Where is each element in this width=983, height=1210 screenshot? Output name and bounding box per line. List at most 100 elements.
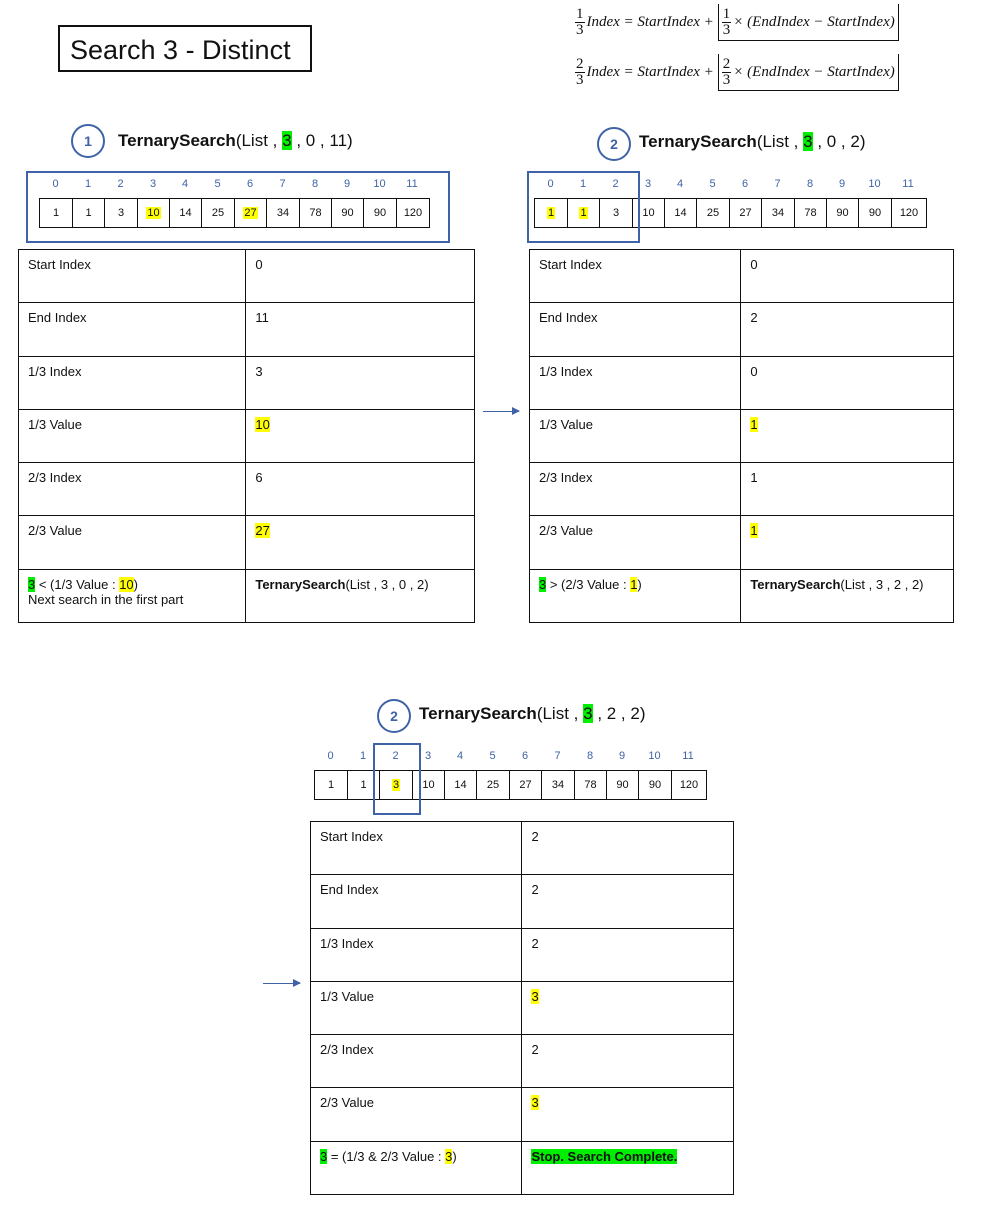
cell-value: 34 — [551, 779, 565, 791]
cell-value: 90 — [616, 779, 629, 791]
index-label: 8 — [586, 750, 594, 762]
table-row: Start Index 2 — [309, 820, 734, 876]
table-row: 2/3 Index 6 — [17, 462, 475, 517]
list-cell: 14 — [445, 771, 477, 799]
table-row: 1/3 Index 3 — [17, 355, 475, 410]
index-label: 11 — [902, 178, 914, 190]
table-row: 2/3 Value 1 — [528, 515, 954, 570]
list-cell: 25 — [697, 199, 730, 227]
table-row: 1/3 Value 10 — [17, 408, 475, 464]
row-value: 10 — [245, 408, 475, 464]
row-label: End Index — [17, 302, 247, 357]
row-label: End Index — [528, 302, 742, 357]
result-row: 3 < (1/3 Value : 10) Next search in the f… — [17, 568, 475, 624]
table-row: End Index 2 — [528, 302, 954, 357]
table-row: 2/3 Value 27 — [17, 515, 475, 570]
index-label: 7 — [554, 750, 561, 762]
row-label: 1/3 Index — [17, 355, 247, 410]
cell-value: 120 — [679, 779, 699, 791]
comparison-cell: 3 > (2/3 Value : 1) — [528, 568, 742, 624]
next-call-cell: Stop. Search Complete. — [521, 1140, 734, 1196]
row-label: Start Index — [17, 248, 247, 304]
row-value: 2 — [521, 1034, 734, 1089]
table-row: End Index 11 — [17, 302, 475, 357]
cell-value: 10 — [642, 207, 655, 219]
diagram-title: Search 3 - Distinct — [58, 25, 312, 72]
row-value: 1 — [740, 462, 954, 517]
target-value: 3 — [803, 132, 813, 151]
row-value: 3 — [245, 355, 475, 410]
list-cell: 120 — [892, 199, 926, 227]
row-value: 11 — [245, 302, 475, 357]
index-label: 8 — [806, 178, 814, 190]
cell-value: 78 — [804, 207, 817, 219]
row-label: 1/3 Value — [528, 408, 742, 464]
cell-value: 14 — [454, 779, 467, 791]
index-label: 9 — [618, 750, 626, 762]
row-label: 2/3 Index — [309, 1034, 523, 1089]
cell-value: 14 — [674, 207, 687, 219]
index-label: 6 — [521, 750, 529, 762]
list-cell: 34 — [762, 199, 795, 227]
index-label: 5 — [709, 178, 716, 190]
cell-value: 27 — [739, 207, 752, 219]
list-cell: 25 — [477, 771, 510, 799]
row-label: 2/3 Value — [309, 1087, 523, 1142]
formula-rhs: × (EndIndex − StartIndex) — [733, 13, 895, 30]
flow-arrow — [483, 407, 520, 415]
comparison-cell: 3 < (1/3 Value : 10) Next search in the f… — [17, 568, 247, 624]
table-row: 2/3 Index 1 — [528, 462, 954, 517]
cell-value: 90 — [868, 207, 882, 219]
row-value: 0 — [245, 248, 475, 304]
search-range-box — [527, 171, 640, 243]
next-call-cell: TernarySearch(List , 3 , 2 , 2) — [740, 568, 954, 624]
formula-lhs: Index = StartIndex + — [586, 64, 714, 80]
row-label: Start Index — [528, 248, 742, 304]
list-cell: 27 — [510, 771, 542, 799]
result-row: 3 = (1/3 & 2/3 Value : 3) Stop. Search Co… — [309, 1140, 734, 1196]
row-label: End Index — [309, 874, 523, 929]
list-cell: 27 — [730, 199, 762, 227]
cell-value: 25 — [706, 207, 720, 219]
formula-two-thirds: 23 Index = StartIndex + 23 × (EndIndex −… — [575, 54, 899, 91]
list-cell: 34 — [542, 771, 575, 799]
step-call: TernarySearch(List , 3 , 0 , 2) — [639, 132, 866, 151]
row-value: 3 — [521, 980, 734, 1036]
step-number-badge: 2 — [597, 127, 631, 161]
row-value: 27 — [245, 515, 475, 570]
flow-arrow — [263, 979, 301, 987]
step-3-table: Start Index 2 End Index 2 1/3 Index 2 1/3 Valu… — [309, 820, 734, 1196]
target-value: 3 — [583, 704, 593, 723]
row-label: 2/3 Value — [528, 515, 742, 570]
table-row: Start Index 0 — [528, 248, 954, 304]
index-label: 11 — [682, 750, 694, 762]
cell-value: 25 — [486, 779, 500, 791]
list-cell: 78 — [575, 771, 607, 799]
formula-one-third: 13 Index = StartIndex + 13 × (EndIndex −… — [575, 4, 899, 41]
result-row: 3 > (2/3 Value : 1) TernarySearch(List , … — [528, 568, 954, 624]
row-value: 3 — [521, 1087, 734, 1142]
list-cell: 120 — [672, 771, 706, 799]
list-cell: 90 — [827, 199, 859, 227]
row-label: Start Index — [309, 820, 523, 876]
table-row: 1/3 Value 3 — [309, 980, 734, 1036]
table-row: 1/3 Index 0 — [528, 355, 954, 410]
row-label: 2/3 Index — [528, 462, 742, 517]
list-cell: 14 — [665, 199, 697, 227]
list-cell: 90 — [859, 199, 892, 227]
index-label: 10 — [868, 178, 881, 190]
table-row: Start Index 0 — [17, 248, 475, 304]
index-label: 5 — [489, 750, 496, 762]
cell-value: 10 — [422, 779, 435, 791]
index-label: 9 — [838, 178, 846, 190]
step-1-table: Start Index 0 End Index 11 1/3 Index 3 1/3 Val… — [17, 248, 475, 624]
row-value: 2 — [521, 874, 734, 929]
search-range-box — [373, 743, 421, 815]
row-label: 1/3 Index — [309, 927, 523, 982]
row-label: 1/3 Value — [17, 408, 247, 464]
row-value: 1 — [740, 408, 954, 464]
comparison-cell: 3 = (1/3 & 2/3 Value : 3) — [309, 1140, 523, 1196]
list-cell: 1 — [315, 771, 348, 799]
cell-value: 90 — [648, 779, 662, 791]
step-number-badge: 2 — [377, 699, 411, 733]
